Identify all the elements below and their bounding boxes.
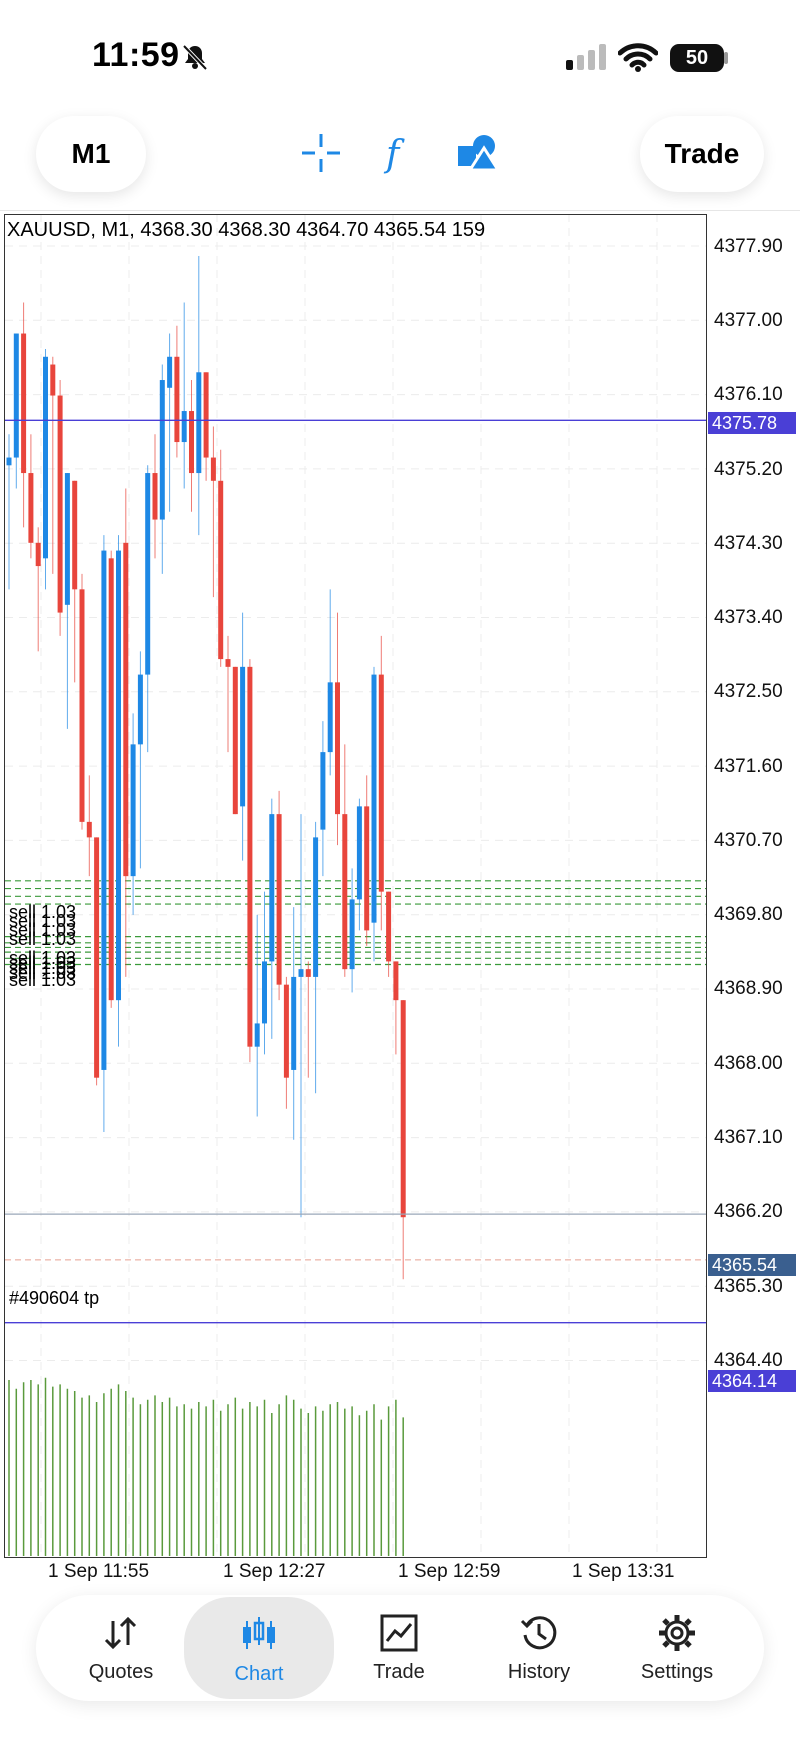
chart-info: XAUUSD, M1, 4368.30 4368.30 4364.70 4365… — [7, 219, 486, 241]
price-tick: 4374.30 — [714, 533, 783, 554]
price-tick: 4377.90 — [714, 236, 783, 257]
tab-label: Quotes — [88, 1661, 154, 1683]
time-tick: 1 Sep 13:31 — [572, 1561, 675, 1582]
price-tick: 4370.70 — [714, 830, 783, 851]
trade-icon — [380, 1614, 418, 1652]
tab-label: Trade — [373, 1661, 425, 1683]
settings-icon — [659, 1615, 695, 1651]
price-tick: 4365.30 — [714, 1276, 783, 1297]
chart-frame — [4, 214, 707, 1558]
price-tick: 4371.60 — [714, 756, 783, 777]
price-tick: 4373.40 — [714, 607, 783, 628]
price-tick: 4369.80 — [714, 904, 783, 925]
bottom-tab-bar: Quotes Chart Trade History Settings — [36, 1595, 764, 1701]
lower-line-price-tag: 4364.14 — [708, 1370, 796, 1392]
price-tick: 4368.00 — [714, 1053, 783, 1074]
price-tick: 4364.40 — [714, 1350, 783, 1371]
price-tick: 4377.00 — [714, 310, 783, 331]
price-tick: 4375.20 — [714, 459, 783, 480]
tab-trade[interactable]: Trade — [324, 1595, 474, 1701]
take-profit-label[interactable]: #490604 tp — [9, 1288, 99, 1309]
order-label[interactable]: sell 1.03 — [9, 970, 76, 991]
price-tick: 4367.10 — [714, 1127, 783, 1148]
price-tick: 4366.20 — [714, 1201, 783, 1222]
time-tick: 1 Sep 12:27 — [223, 1561, 326, 1582]
time-tick: 1 Sep 11:55 — [48, 1561, 150, 1582]
chart-icon — [243, 1617, 275, 1649]
tab-settings[interactable]: Settings — [602, 1595, 752, 1701]
history-icon — [520, 1616, 557, 1650]
tab-quotes[interactable]: Quotes — [46, 1595, 196, 1701]
tab-label: Settings — [640, 1661, 714, 1683]
current-price-tag: 4365.54 — [708, 1254, 796, 1276]
time-tick: 1 Sep 12:59 — [398, 1561, 501, 1582]
tab-label: History — [507, 1661, 571, 1683]
price-tick: 4368.90 — [714, 978, 783, 999]
order-label[interactable]: sell 1.03 — [9, 929, 76, 950]
price-tick: 4376.10 — [714, 384, 783, 405]
quotes-icon — [104, 1616, 137, 1650]
price-tick: 4372.50 — [714, 681, 783, 702]
tab-history[interactable]: History — [464, 1595, 614, 1701]
tab-chart[interactable]: Chart — [184, 1597, 334, 1699]
tab-label: Chart — [234, 1663, 284, 1685]
upper-line-price-tag: 4375.78 — [708, 412, 796, 434]
